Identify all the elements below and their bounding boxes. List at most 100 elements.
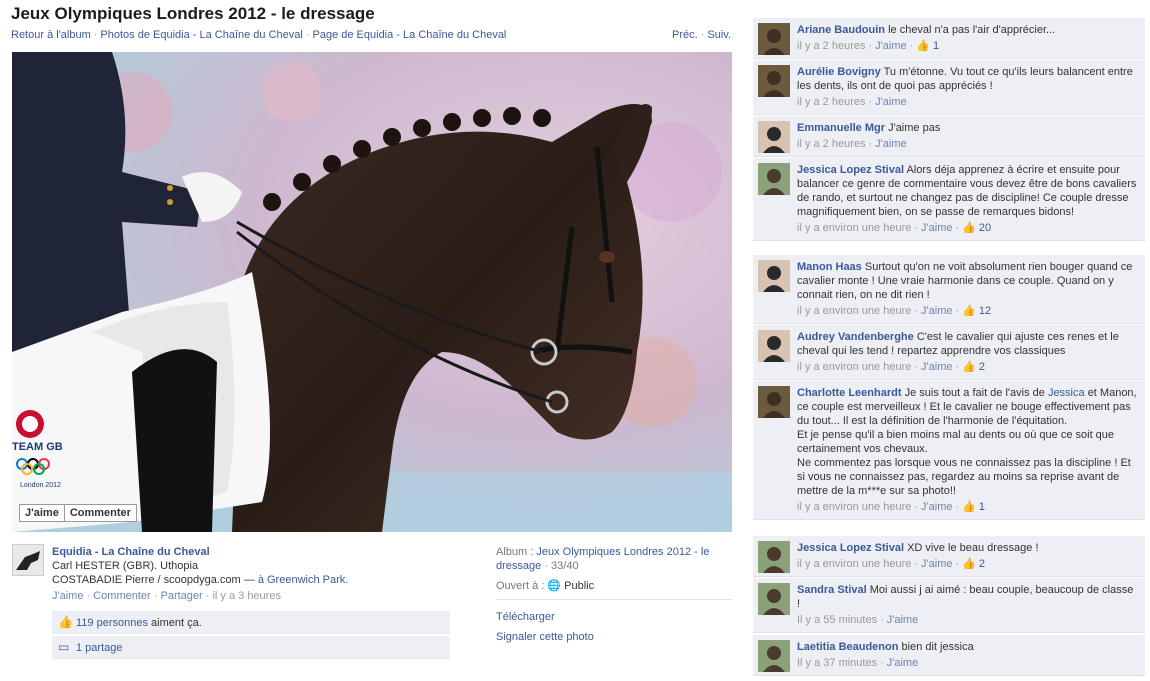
page-link[interactable]: Page de Equidia - La Chaîne du Cheval	[313, 29, 507, 41]
thumbs-up-icon: 👍	[962, 222, 976, 234]
shares-summary: ▭ 1 partage	[52, 636, 450, 659]
commenter-name-link[interactable]: Sandra Stival	[797, 584, 867, 596]
comment-text: le cheval n'a pas l'air d'apprécier...	[888, 24, 1056, 36]
comment-likes[interactable]: 👍 2	[962, 361, 985, 373]
comment-like-link[interactable]: J'aime	[875, 96, 906, 108]
photo-actions: J'aime · Commenter · Partager · il y a 3…	[52, 590, 281, 602]
rider-avatar[interactable]	[758, 583, 790, 615]
report-photo-link[interactable]: Signaler cette photo	[496, 630, 732, 644]
rider-avatar[interactable]	[758, 640, 790, 672]
comment-link[interactable]: Commenter	[93, 590, 150, 602]
thumbs-up-icon: 👍	[962, 501, 976, 513]
likes-count-link[interactable]: 119 personnes	[76, 617, 148, 629]
commenter-name-link[interactable]: Ariane Baudouin	[797, 24, 885, 36]
horse-avatar[interactable]	[758, 23, 790, 55]
comment-likes[interactable]: 👍 1	[916, 40, 939, 52]
caption-credit: COSTABADIE Pierre / scoopdyga.com —	[52, 574, 255, 586]
comment-body: Jessica Lopez Stival Alors déja apprenez…	[797, 163, 1139, 219]
meta-separator: ·	[914, 222, 919, 234]
comment-likes[interactable]: 👍 2	[962, 558, 985, 570]
rider-avatar[interactable]	[758, 541, 790, 573]
thumbs-up-icon: 👍	[962, 305, 976, 317]
previous-photo-link[interactable]: Préc.	[672, 29, 698, 41]
comment-text-paragraph: Ne commentez pas lorsque vous ne connais…	[797, 457, 1131, 497]
london-2012-text: London 2012	[20, 482, 61, 489]
comment-like-link[interactable]: J'aime	[921, 558, 952, 570]
commenter-name-link[interactable]: Manon Haas	[797, 261, 862, 273]
page-name-link[interactable]: Equidia - La Chaîne du Cheval	[52, 545, 472, 559]
comment-item: Emmanuelle Mgr J'aime pas il y a 2 heures…	[753, 116, 1145, 157]
comment-body: Jessica Lopez Stival XD vive le beau dre…	[797, 541, 1139, 555]
comment-like-link[interactable]: J'aime	[887, 657, 918, 669]
comment-like-count: 2	[978, 361, 986, 373]
meta-separator: ·	[909, 40, 914, 52]
person-avatar[interactable]	[758, 330, 790, 362]
meta-separator: ·	[955, 501, 960, 513]
commenter-name-link[interactable]: Charlotte Leenhardt	[797, 387, 902, 399]
commenter-name-link[interactable]: Emmanuelle Mgr	[797, 122, 885, 134]
comment-like-link[interactable]: J'aime	[887, 614, 918, 626]
share-link[interactable]: Partager	[160, 590, 202, 602]
back-to-album-link[interactable]: Retour à l'album	[11, 29, 91, 41]
caption-line-1: Carl HESTER (GBR). Uthopia	[52, 560, 199, 572]
comment-time: Il y a 55 minutes	[797, 614, 878, 626]
shares-link[interactable]: 1 partage	[76, 642, 122, 654]
rider-avatar[interactable]	[758, 163, 790, 195]
meta-separator: ·	[955, 222, 960, 234]
album-line: Album : Jeux Olympiques Londres 2012 - l…	[496, 545, 732, 573]
thumbs-up-icon: 👍	[962, 361, 976, 373]
comment-item: Audrey Vandenberghe C'est le cavalier qu…	[753, 325, 1145, 380]
next-photo-link[interactable]: Suiv.	[707, 29, 731, 41]
mention-link[interactable]: Jessica	[1048, 387, 1085, 399]
album-label: Album :	[496, 546, 534, 558]
photos-of-page-link[interactable]: Photos de Equidia - La Chaîne du Cheval	[100, 29, 302, 41]
comment-meta: il y a environ une heure · J'aime · 👍 1	[797, 500, 1139, 514]
location-link[interactable]: à Greenwich Park.	[258, 574, 348, 586]
comment-like-link[interactable]: J'aime	[921, 305, 952, 317]
comment-text: Je suis tout a fait de l'avis de	[904, 387, 1045, 399]
commenter-name-link[interactable]: Jessica Lopez Stival	[797, 164, 904, 176]
like-link[interactable]: J'aime	[52, 590, 83, 602]
horse-avatar[interactable]	[758, 386, 790, 418]
comment-like-count: 2	[978, 558, 986, 570]
nav-separator: ·	[305, 29, 310, 41]
commenter-name-link[interactable]: Aurélie Bovigny	[797, 66, 881, 78]
meta-separator: ·	[914, 501, 919, 513]
person-avatar[interactable]	[758, 260, 790, 292]
nav-separator: ·	[93, 29, 98, 41]
comment-body: Manon Haas Surtout qu'on ne voit absolum…	[797, 260, 1139, 302]
comment-meta: Il y a 55 minutes · J'aime	[797, 613, 1139, 627]
album-position: · 33/40	[544, 560, 579, 572]
comment-meta: Il y a 37 minutes · J'aime	[797, 656, 1139, 670]
photo-like-button[interactable]: J'aime	[19, 504, 65, 522]
main-photo[interactable]: TEAM GB London 2012 J'aime Commenter	[12, 52, 732, 532]
comment-item: Ariane Baudouin le cheval n'a pas l'air …	[753, 18, 1145, 59]
comment-like-link[interactable]: J'aime	[921, 222, 952, 234]
comment-item: Sandra Stival Moi aussi j ai aimé : beau…	[753, 578, 1145, 633]
comment-likes[interactable]: 👍 12	[962, 305, 991, 317]
comment-likes[interactable]: 👍 20	[962, 222, 991, 234]
person-avatar[interactable]	[758, 121, 790, 153]
audience-line: Ouvert à : 🌐 Public	[496, 579, 732, 593]
comment-like-link[interactable]: J'aime	[921, 361, 952, 373]
download-link[interactable]: Télécharger	[496, 610, 732, 624]
comment-like-link[interactable]: J'aime	[875, 138, 906, 150]
comment-like-link[interactable]: J'aime	[875, 40, 906, 52]
commenter-name-link[interactable]: Audrey Vandenberghe	[797, 331, 914, 343]
photo-comment-button[interactable]: Commenter	[63, 504, 137, 522]
photo-overlay-actions: J'aime Commenter	[19, 504, 137, 522]
photo-caption-block: Equidia - La Chaîne du Cheval Carl HESTE…	[52, 545, 472, 603]
commenter-name-link[interactable]: Laetitia Beaudenon	[797, 641, 898, 653]
comment-meta: il y a 2 heures · J'aime	[797, 95, 1139, 109]
meta-separator: ·	[955, 361, 960, 373]
comment-likes[interactable]: 👍 1	[962, 501, 985, 513]
audience-value[interactable]: Public	[564, 580, 594, 592]
comment-time: il y a environ une heure	[797, 305, 912, 317]
comment-text: XD vive le beau dressage !	[907, 542, 1039, 554]
globe-icon[interactable]: 🌐	[547, 580, 561, 592]
commenter-name-link[interactable]: Jessica Lopez Stival	[797, 542, 904, 554]
thumbs-up-icon: 👍	[58, 615, 73, 629]
page-avatar[interactable]	[12, 544, 44, 576]
horse-avatar[interactable]	[758, 65, 790, 97]
comment-like-link[interactable]: J'aime	[921, 501, 952, 513]
